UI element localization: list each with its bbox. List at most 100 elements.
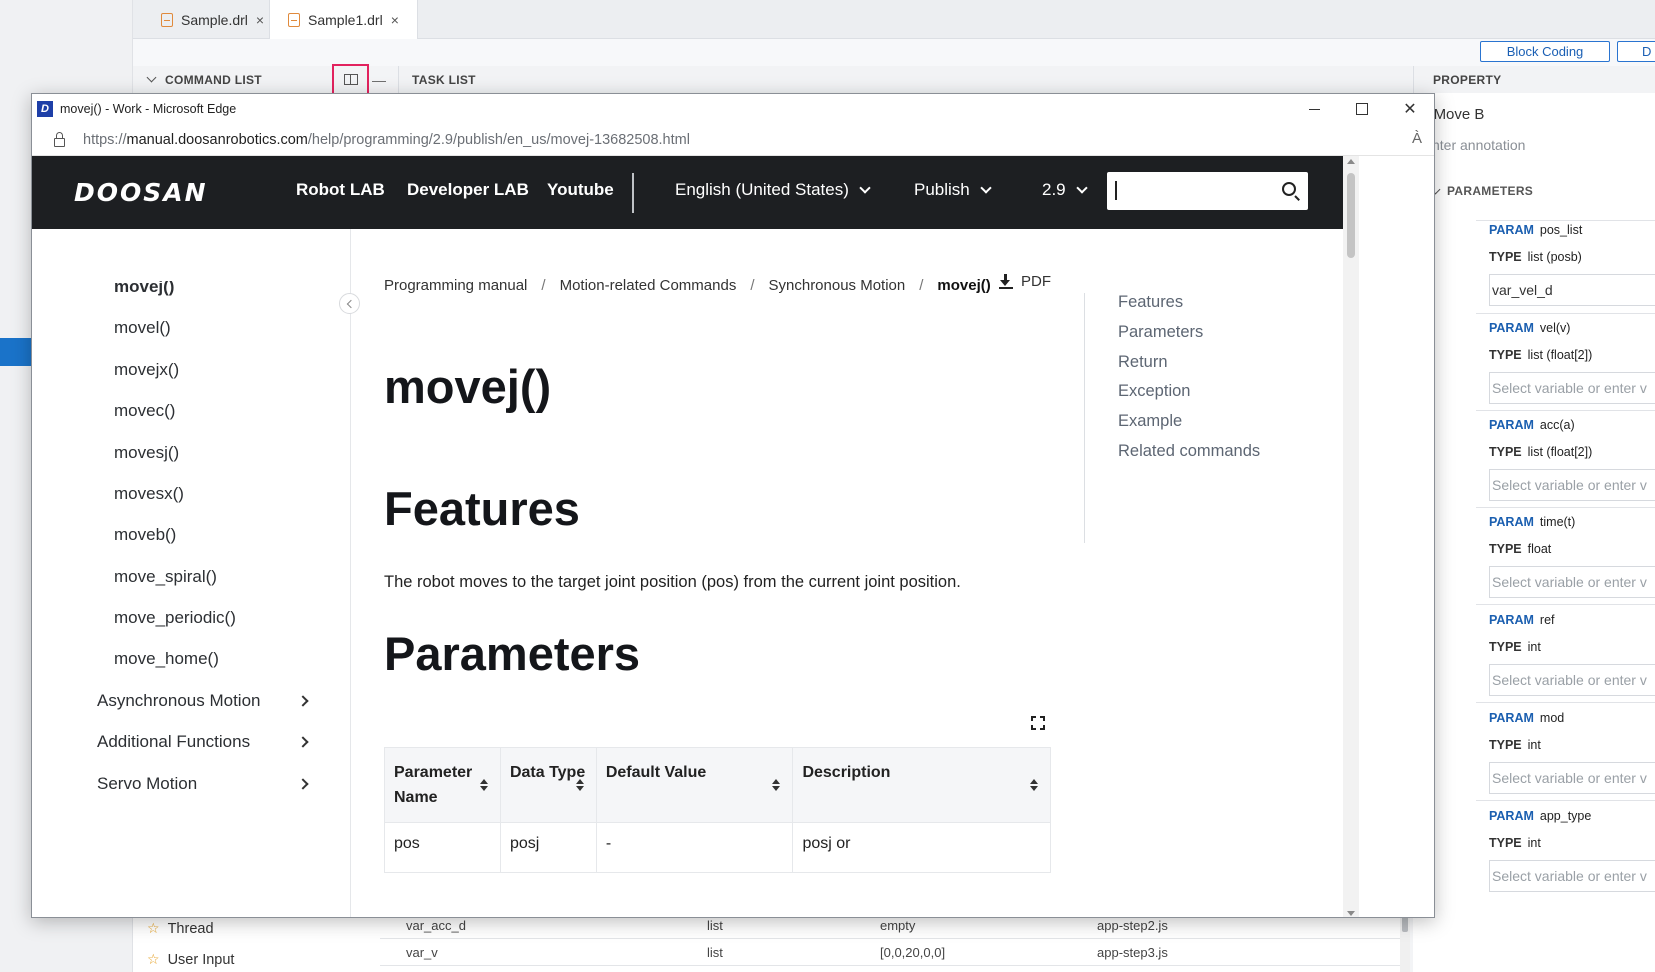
toc-item-parameters[interactable]: Parameters xyxy=(1118,323,1203,342)
parameters-label: PARAMETERS xyxy=(1447,184,1534,198)
breadcrumb-item[interactable]: Synchronous Motion xyxy=(769,277,906,294)
file-tabbar: Sample.drl × Sample1.drl × xyxy=(133,0,1655,39)
param-keyword: PARAM xyxy=(1489,808,1534,823)
collapse-sidebar-button[interactable] xyxy=(339,293,360,314)
param-value-input[interactable]: Select variable or enter v xyxy=(1489,860,1655,892)
column-header[interactable]: Default Value xyxy=(595,747,794,823)
site-logo[interactable]: DOOSAN xyxy=(74,178,208,207)
type-keyword: TYPE xyxy=(1489,737,1522,752)
publish-label: Publish xyxy=(914,180,970,199)
param-value-input[interactable]: var_vel_d xyxy=(1489,274,1655,306)
param-value-input[interactable]: Select variable or enter v xyxy=(1489,469,1655,501)
breadcrumb-item[interactable]: Motion-related Commands xyxy=(560,277,737,294)
address-bar[interactable]: https://manual.doosanrobotics.com/help/p… xyxy=(32,124,1434,156)
window-close-button[interactable]: ✕ xyxy=(1386,94,1434,124)
parameters-section-header[interactable]: PARAMETERS xyxy=(1430,184,1534,198)
sidebar-item-movejx[interactable]: movejx() xyxy=(114,360,179,380)
sidebar-group-servo-motion[interactable]: Servo Motion xyxy=(97,774,309,794)
nav-developer-lab[interactable]: Developer LAB xyxy=(407,180,529,200)
rail-active-marker[interactable] xyxy=(0,338,33,366)
language-dropdown[interactable]: English (United States) xyxy=(675,180,871,200)
command-list-header[interactable]: COMMAND LIST xyxy=(133,66,336,93)
sidebar-group-additional-functions[interactable]: Additional Functions xyxy=(97,732,309,752)
annotation-input[interactable]: nter annotation xyxy=(1432,137,1525,153)
panel-toggle-button[interactable] xyxy=(332,64,369,95)
param-pos-list: PARAM pos_list TYPE list (posb) var_vel_d xyxy=(1489,216,1655,306)
section-heading-parameters: Parameters xyxy=(384,627,641,680)
command-item-thread[interactable]: ☆ Thread xyxy=(147,920,214,937)
block-coding-button[interactable]: Block Coding xyxy=(1480,41,1610,62)
sidebar-item-movel[interactable]: movel() xyxy=(114,318,171,338)
sort-icon[interactable] xyxy=(772,779,781,791)
sidebar-item-moveb[interactable]: moveb() xyxy=(114,525,176,545)
sidebar-item-movec[interactable]: movec() xyxy=(114,401,175,421)
close-icon[interactable]: × xyxy=(256,12,264,28)
toc-item-exception[interactable]: Exception xyxy=(1118,382,1190,401)
read-aloud-icon[interactable]: À xyxy=(1412,130,1422,147)
lock-icon[interactable] xyxy=(54,131,65,147)
sidebar-item-move-spiral[interactable]: move_spiral() xyxy=(114,567,217,587)
table-cell: posj or xyxy=(792,822,1051,873)
param-value-input[interactable]: Select variable or enter v xyxy=(1489,664,1655,696)
star-icon: ☆ xyxy=(147,920,160,936)
breadcrumb-item[interactable]: Programming manual xyxy=(384,277,527,294)
sort-icon[interactable] xyxy=(479,779,488,791)
toc-item-features[interactable]: Features xyxy=(1118,293,1183,312)
window-minimize-button[interactable] xyxy=(1290,94,1338,124)
window-maximize-button[interactable] xyxy=(1338,94,1386,124)
search-input[interactable] xyxy=(1107,172,1308,210)
task-list-label: TASK LIST xyxy=(412,72,476,87)
mode-button-d[interactable]: D xyxy=(1617,41,1655,62)
sidebar-item-movesx[interactable]: movesx() xyxy=(114,484,184,504)
command-item-user-input[interactable]: ☆ User Input xyxy=(147,951,234,968)
toc-item-related-commands[interactable]: Related commands xyxy=(1118,442,1260,461)
variable-table-scrollbar[interactable] xyxy=(1400,914,1410,972)
file-tab-sample[interactable]: Sample.drl × xyxy=(143,0,282,39)
command-label: Thread xyxy=(167,920,214,937)
minimize-panel-icon[interactable]: — xyxy=(372,72,386,88)
nav-robot-lab[interactable]: Robot LAB xyxy=(296,180,385,200)
column-header[interactable]: Parameter Name xyxy=(384,747,501,823)
param-type: float xyxy=(1527,541,1552,556)
sidebar-group-asynchronous-motion[interactable]: Asynchronous Motion xyxy=(97,691,309,711)
param-mod: PARAM mod TYPE int Select variable or ente… xyxy=(1489,704,1655,794)
sidebar-item-move-periodic[interactable]: move_periodic() xyxy=(114,608,236,628)
param-value-input[interactable]: Select variable or enter v xyxy=(1489,566,1655,598)
page-title: movej() xyxy=(384,360,552,413)
scroll-up-arrow-icon[interactable] xyxy=(1347,159,1355,164)
url-text[interactable]: https://manual.doosanrobotics.com/help/p… xyxy=(83,132,690,148)
column-header[interactable]: Description xyxy=(792,747,1051,823)
file-tab-sample1[interactable]: Sample1.drl × xyxy=(269,0,418,39)
close-icon[interactable]: × xyxy=(391,12,399,28)
pdf-label: PDF xyxy=(1021,273,1051,290)
param-value-input[interactable]: Select variable or enter v xyxy=(1489,372,1655,404)
param-value-input[interactable]: Select variable or enter v xyxy=(1489,762,1655,794)
fullscreen-icon[interactable] xyxy=(1030,715,1046,731)
sidebar-item-move-home[interactable]: move_home() xyxy=(114,649,219,669)
edge-browser-window: D movej() - Work - Microsoft Edge ✕ http… xyxy=(31,93,1435,918)
variable-value: empty xyxy=(880,918,916,933)
sidebar-item-movej[interactable]: movej() xyxy=(114,281,174,297)
nav-divider xyxy=(632,173,634,213)
param-keyword: PARAM xyxy=(1489,417,1534,432)
toc-item-example[interactable]: Example xyxy=(1118,412,1182,431)
toc-item-return[interactable]: Return xyxy=(1118,353,1168,372)
column-header-label: Description xyxy=(802,764,891,781)
sidebar-item-movesj[interactable]: movesj() xyxy=(114,443,179,463)
column-header[interactable]: Data Type xyxy=(499,747,597,823)
pdf-download-button[interactable]: PDF xyxy=(999,273,1051,290)
page-scrollbar[interactable] xyxy=(1343,156,1359,917)
scroll-thumb[interactable] xyxy=(1347,173,1355,258)
sort-icon[interactable] xyxy=(575,779,584,791)
param-name: ref xyxy=(1539,612,1555,627)
param-keyword: PARAM xyxy=(1489,710,1534,725)
scroll-down-arrow-icon[interactable] xyxy=(1347,911,1355,916)
search-icon[interactable] xyxy=(1282,182,1296,196)
window-titlebar[interactable]: D movej() - Work - Microsoft Edge ✕ xyxy=(32,94,1434,124)
nav-youtube[interactable]: Youtube xyxy=(547,180,614,200)
features-text: The robot moves to the target joint posi… xyxy=(384,573,961,591)
sort-icon[interactable] xyxy=(1030,779,1038,791)
table-row[interactable]: var_v list [0,0,20,0,0] app-step3.js xyxy=(380,939,1402,966)
publish-dropdown[interactable]: Publish xyxy=(914,180,992,200)
version-dropdown[interactable]: 2.9 xyxy=(1042,180,1088,200)
